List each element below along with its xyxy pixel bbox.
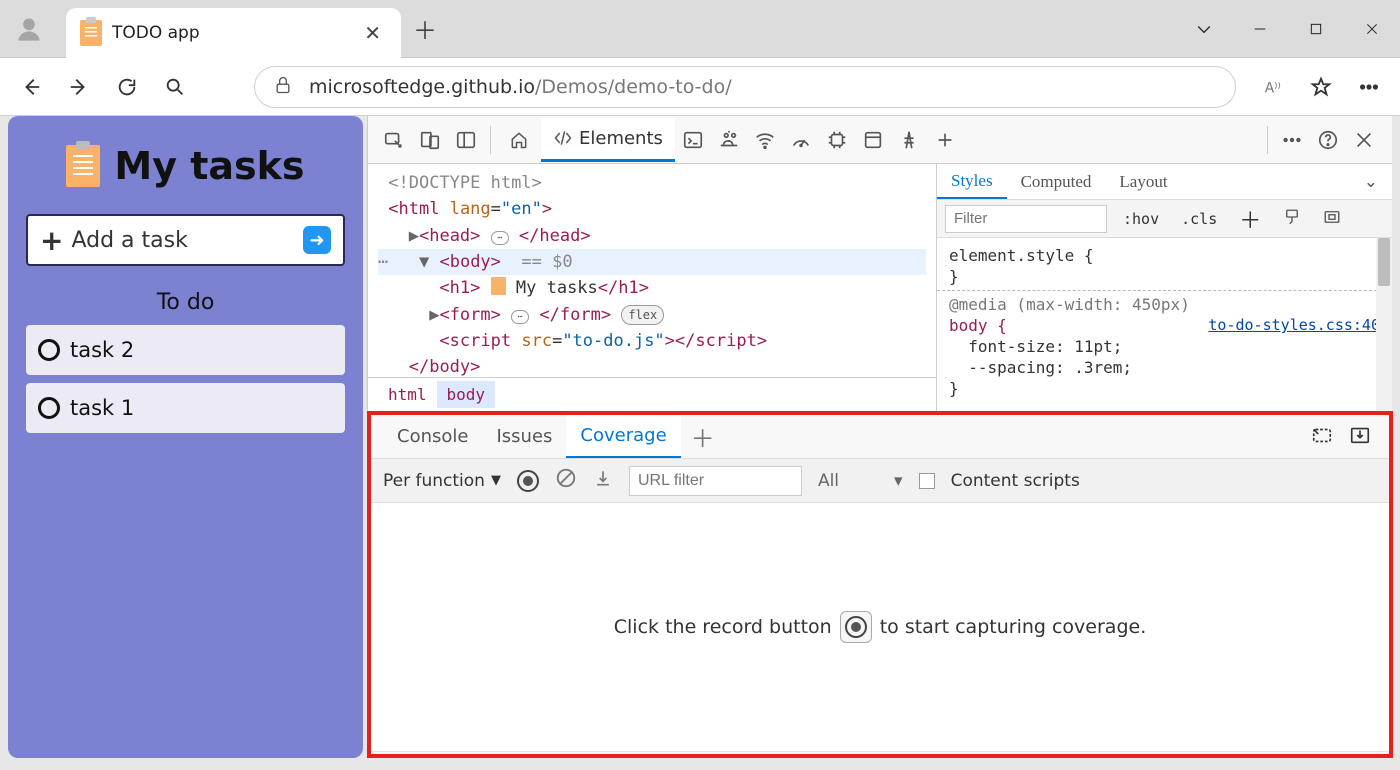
tab-computed[interactable]: Computed [1007, 164, 1106, 199]
source-link[interactable]: to-do-styles.css:40 [1208, 316, 1380, 334]
help-icon[interactable] [1310, 122, 1346, 158]
task-label: task 1 [70, 396, 134, 420]
address-bar[interactable]: microsoftedge.github.io/Demos/demo-to-do… [254, 66, 1236, 108]
task-checkbox[interactable] [38, 339, 60, 361]
chevron-down-icon[interactable] [1176, 19, 1232, 39]
box-model-icon[interactable] [1317, 206, 1347, 232]
styles-scrollbar[interactable] [1376, 238, 1392, 411]
inspect-icon[interactable] [376, 122, 412, 158]
hov-toggle[interactable]: :hov [1117, 208, 1165, 230]
plus-icon: + [40, 224, 63, 257]
drawer-expand-icon[interactable] [1349, 424, 1371, 450]
new-tab-button[interactable]: ＋ [401, 0, 449, 57]
clipboard-icon [491, 277, 506, 295]
rendered-page: My tasks + Add a task ➜ To do task 2 tas… [8, 116, 363, 758]
close-window-button[interactable] [1344, 21, 1400, 37]
submit-task-button[interactable]: ➜ [303, 226, 331, 254]
page-title: My tasks [114, 144, 304, 188]
devtools-panel: Elements <!DOCTYPE html> <html lang="en"… [367, 116, 1392, 758]
task-item[interactable]: task 2 [26, 325, 345, 375]
task-label: task 2 [70, 338, 134, 362]
styles-pane: Styles Computed Layout ⌄ :hov .cls ＋ ele… [936, 164, 1392, 411]
coverage-granularity-select[interactable]: Per function▼ [383, 471, 501, 491]
browser-tab[interactable]: TODO app ✕ [66, 8, 401, 58]
record-button[interactable] [517, 470, 539, 492]
new-rule-icon[interactable]: ＋ [1233, 201, 1267, 237]
paint-icon[interactable] [1277, 206, 1307, 232]
sources-icon[interactable] [711, 122, 747, 158]
cls-toggle[interactable]: .cls [1175, 208, 1223, 230]
application-icon[interactable] [855, 122, 891, 158]
add-task-input[interactable]: + Add a task ➜ [26, 214, 345, 266]
devtools-more-icon[interactable] [1274, 122, 1310, 158]
tab-elements[interactable]: Elements [541, 118, 675, 162]
type-filter-select[interactable]: All▾ [818, 471, 903, 491]
add-drawer-tab-icon[interactable]: ＋ [691, 419, 715, 454]
close-tab-icon[interactable]: ✕ [358, 19, 387, 47]
lock-icon [273, 75, 293, 99]
forward-button[interactable] [58, 66, 100, 108]
clipboard-icon [80, 20, 102, 46]
content-scripts-label: Content scripts [951, 471, 1080, 491]
maximize-button[interactable] [1288, 21, 1344, 37]
coverage-drawer: Console Issues Coverage ＋ Per function▼ … [367, 411, 1393, 758]
clipboard-icon [66, 145, 100, 187]
tab-coverage[interactable]: Coverage [566, 415, 680, 458]
record-icon [840, 611, 872, 643]
search-icon[interactable] [154, 66, 196, 108]
url-filter-input[interactable] [629, 466, 802, 496]
tab-welcome[interactable] [497, 118, 541, 162]
section-heading: To do [8, 290, 363, 315]
network-icon[interactable] [747, 122, 783, 158]
performance-icon[interactable] [783, 122, 819, 158]
task-checkbox[interactable] [38, 397, 60, 419]
add-task-placeholder: Add a task [71, 228, 303, 253]
device-toggle-icon[interactable] [412, 122, 448, 158]
more-icon[interactable] [1348, 66, 1390, 108]
panel-layout-icon[interactable] [448, 122, 484, 158]
drawer-dock-icon[interactable] [1311, 424, 1333, 450]
profile-avatar[interactable] [0, 0, 58, 57]
dom-tree[interactable]: <!DOCTYPE html> <html lang="en"> ▶<head>… [368, 164, 936, 411]
content-scripts-checkbox[interactable] [919, 473, 935, 489]
url-text: microsoftedge.github.io/Demos/demo-to-do… [309, 76, 732, 98]
more-tabs-icon[interactable] [927, 122, 963, 158]
tab-title: TODO app [112, 23, 348, 43]
memory-icon[interactable] [819, 122, 855, 158]
coverage-empty-state: Click the record button to start capturi… [371, 503, 1389, 752]
styles-filter-input[interactable] [945, 205, 1107, 233]
tab-issues[interactable]: Issues [482, 415, 566, 458]
crumb-body[interactable]: body [437, 381, 496, 408]
breadcrumb[interactable]: html body [368, 377, 936, 411]
tab-layout[interactable]: Layout [1105, 164, 1181, 199]
task-item[interactable]: task 1 [26, 383, 345, 433]
favorite-icon[interactable] [1300, 66, 1342, 108]
read-aloud-icon[interactable]: A⁾⁾ [1252, 66, 1294, 108]
back-button[interactable] [10, 66, 52, 108]
lighthouse-icon[interactable] [891, 122, 927, 158]
tab-console[interactable]: Console [383, 415, 482, 458]
crumb-html[interactable]: html [378, 381, 437, 408]
tab-styles[interactable]: Styles [937, 164, 1007, 199]
console-icon[interactable] [675, 122, 711, 158]
styles-expand-icon[interactable]: ⌄ [1350, 164, 1392, 199]
clear-icon[interactable] [555, 467, 577, 494]
refresh-button[interactable] [106, 66, 148, 108]
svg-text:A⁾⁾: A⁾⁾ [1265, 80, 1281, 96]
export-icon[interactable] [593, 468, 613, 493]
close-devtools-icon[interactable] [1346, 122, 1382, 158]
minimize-button[interactable] [1232, 21, 1288, 37]
